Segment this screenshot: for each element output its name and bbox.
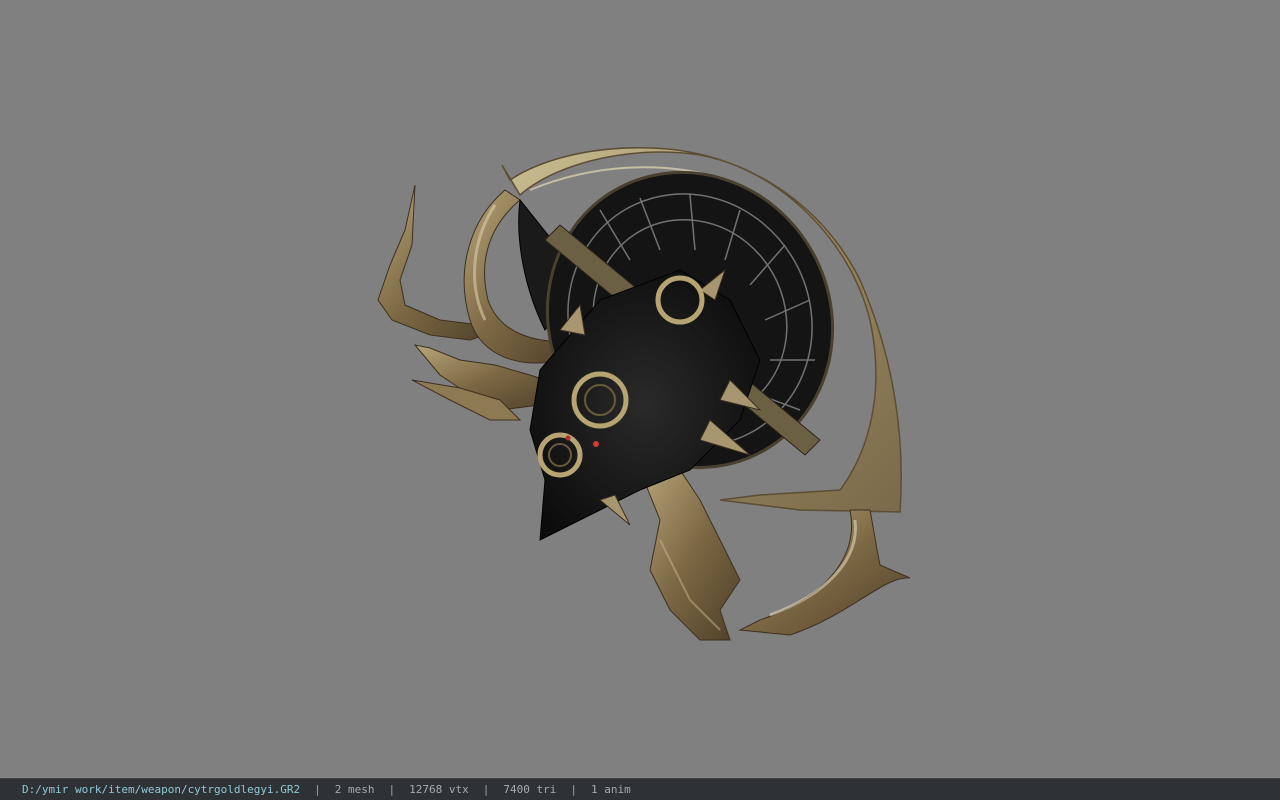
vertex-count: 12768 vtx <box>409 783 469 796</box>
separator: | <box>388 783 396 796</box>
status-bar: D:/ymir work/item/weapon/cytrgoldlegyi.G… <box>0 778 1280 800</box>
lower-claws <box>639 469 741 641</box>
file-path: D:/ymir work/item/weapon/cytrgoldlegyi.G… <box>22 783 301 796</box>
lower-curved-bone <box>738 509 911 636</box>
separator: | <box>314 783 321 796</box>
triangle-count: 7400 tri <box>503 783 557 796</box>
separator: | <box>482 783 490 796</box>
weapon-model-icon <box>377 147 911 641</box>
mesh-count: 2 mesh <box>334 783 375 796</box>
separator: | <box>570 783 577 796</box>
anim-count: 1 anim <box>591 783 631 796</box>
3d-viewport[interactable] <box>0 0 1280 778</box>
